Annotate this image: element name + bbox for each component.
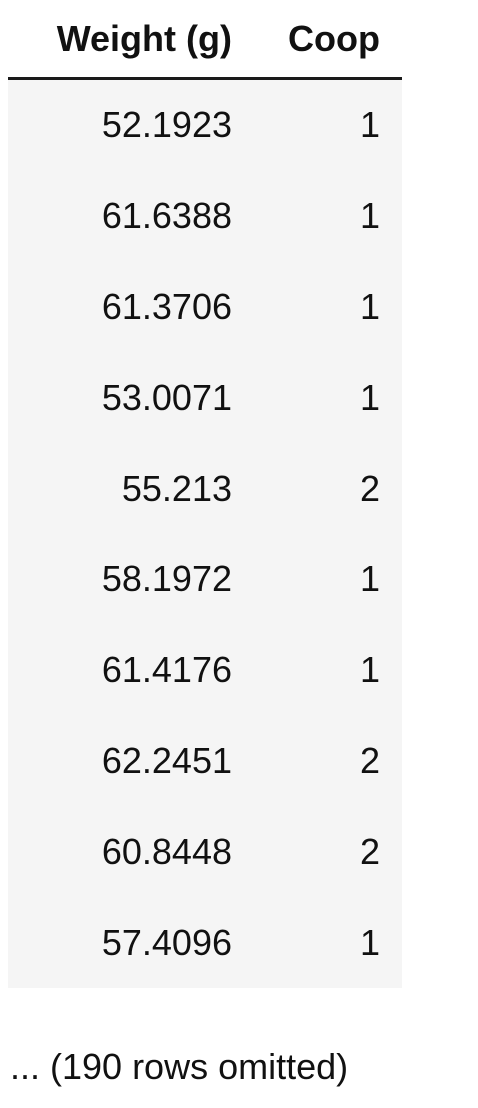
weight-cell: 62.2451 [101, 739, 232, 781]
rows-omitted-note: ... (190 rows omitted) [10, 1046, 349, 1087]
table-row: 57.4096 1 [8, 897, 402, 988]
table-row: 60.8448 2 [8, 806, 402, 897]
coop-cell: 1 [359, 558, 380, 600]
weight-cell: 61.3706 [101, 285, 232, 327]
weight-cell: 52.1923 [101, 104, 232, 146]
data-table: Weight (g) Coop 52.1923 1 61.6388 1 61.3… [8, 0, 402, 988]
table-row: 61.6388 1 [8, 171, 402, 262]
weight-cell: 61.4176 [101, 649, 232, 691]
weight-cell: 53.0071 [101, 376, 232, 418]
coop-cell: 1 [359, 285, 380, 327]
coop-cell: 1 [359, 104, 380, 146]
table-header: Weight (g) Coop [8, 0, 402, 80]
table-row: 62.2451 2 [8, 716, 402, 807]
column-header-weight: Weight (g) [56, 17, 232, 59]
weight-cell: 57.4096 [101, 921, 232, 963]
weight-cell: 60.8448 [101, 830, 232, 872]
weight-cell: 55.213 [121, 467, 232, 509]
coop-cell: 1 [359, 921, 380, 963]
coop-cell: 2 [359, 467, 380, 509]
table-row: 58.1972 1 [8, 534, 402, 625]
table-row: 61.3706 1 [8, 262, 402, 353]
coop-cell: 2 [359, 830, 380, 872]
coop-cell: 1 [359, 195, 380, 237]
table-row: 61.4176 1 [8, 625, 402, 716]
coop-cell: 1 [359, 376, 380, 418]
weight-cell: 61.6388 [101, 195, 232, 237]
column-header-coop: Coop [288, 17, 380, 59]
coop-cell: 1 [359, 649, 380, 691]
coop-cell: 2 [359, 739, 380, 781]
weight-cell: 58.1972 [101, 558, 232, 600]
table-body: 52.1923 1 61.6388 1 61.3706 1 53.0071 1 … [8, 80, 402, 988]
table-row: 53.0071 1 [8, 352, 402, 443]
table-row: 52.1923 1 [8, 80, 402, 171]
table-row: 55.213 2 [8, 443, 402, 534]
